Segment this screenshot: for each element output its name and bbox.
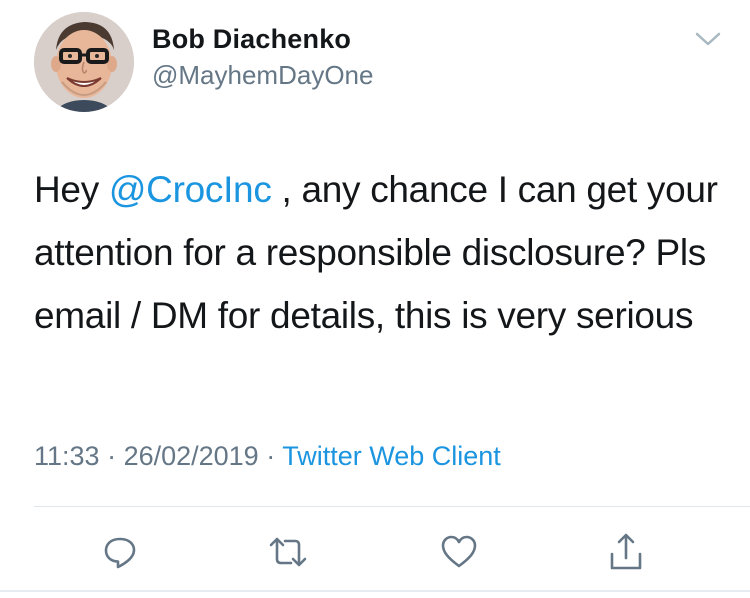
tweet: Bob Diachenko @MayhemDayOne Hey @CrocInc… [0, 0, 750, 598]
author-name[interactable]: Bob Diachenko [152, 24, 351, 55]
meta-separator: · [258, 441, 283, 471]
source-client-link[interactable]: Twitter Web Client [282, 441, 501, 471]
tweet-date[interactable]: 26/02/2019 [124, 441, 259, 471]
share-icon [610, 533, 642, 570]
tweet-text: Hey @CrocInc , any chance I can get your… [34, 158, 724, 347]
heart-icon [441, 535, 477, 568]
avatar[interactable] [34, 12, 134, 112]
meta-separator: · [99, 441, 124, 471]
mention-link[interactable]: @CrocInc [109, 169, 272, 210]
retweet-button[interactable] [265, 529, 311, 575]
chevron-down-icon [695, 32, 721, 46]
like-button[interactable] [436, 529, 482, 575]
divider [34, 506, 750, 507]
retweet-icon [269, 537, 307, 567]
avatar-illustration [34, 12, 134, 112]
tweet-text-start: Hey [34, 169, 109, 210]
reply-button[interactable] [97, 529, 143, 575]
author-handle[interactable]: @MayhemDayOne [152, 60, 373, 91]
more-options-button[interactable] [694, 28, 722, 50]
reply-icon [104, 537, 136, 569]
tweet-time[interactable]: 11:33 [34, 441, 100, 471]
share-button[interactable] [603, 529, 649, 575]
action-bar [0, 525, 750, 579]
tweet-meta: 11:33 · 26/02/2019 · Twitter Web Client [34, 441, 501, 472]
bottom-border [0, 590, 750, 592]
